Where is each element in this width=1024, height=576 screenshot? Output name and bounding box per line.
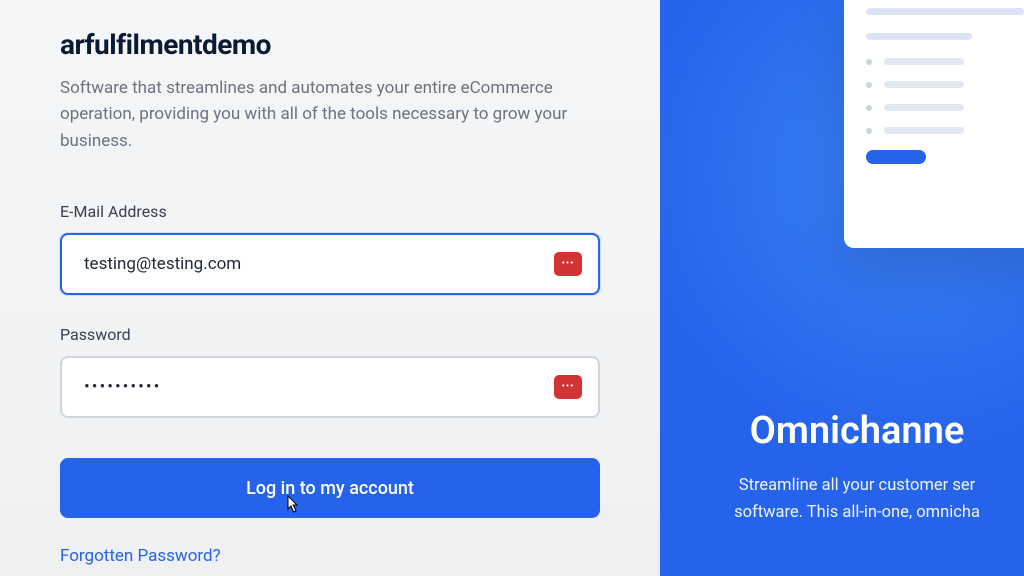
hero-text-line: software. This all-in-one, omnicha xyxy=(690,500,1024,526)
brand-subtitle: Software that streamlines and automates … xyxy=(60,75,580,154)
preview-list-row xyxy=(866,127,1024,134)
login-panel: arfulfilmentdemo Software that streamlin… xyxy=(0,0,660,576)
preview-dot-icon xyxy=(866,128,872,134)
hero-text-line: Streamline all your customer ser xyxy=(690,473,1024,499)
password-input-wrapper xyxy=(60,356,600,418)
preview-skeleton-line xyxy=(884,58,964,65)
preview-skeleton-line xyxy=(884,127,964,134)
password-manager-icon[interactable] xyxy=(554,375,582,399)
preview-list-row xyxy=(866,81,1024,88)
brand-title: arfulfilmentdemo xyxy=(60,28,600,61)
preview-dot-icon xyxy=(866,59,872,65)
login-button[interactable]: Log in to my account xyxy=(60,458,600,518)
preview-skeleton-line xyxy=(884,81,964,88)
password-label: Password xyxy=(60,325,600,344)
email-label: E-Mail Address xyxy=(60,202,600,221)
forgot-password-link[interactable]: Forgotten Password? xyxy=(60,546,221,566)
hero-panel: Omnichanne Streamline all your customer … xyxy=(660,0,1024,576)
password-field[interactable] xyxy=(60,356,600,418)
preview-skeleton-line xyxy=(866,33,972,40)
preview-list-row xyxy=(866,58,1024,65)
email-field[interactable] xyxy=(60,233,600,295)
preview-dot-icon xyxy=(866,105,872,111)
preview-card xyxy=(844,0,1024,248)
email-input-wrapper xyxy=(60,233,600,295)
hero-copy: Omnichanne Streamline all your customer … xyxy=(690,409,1024,526)
hero-title: Omnichanne xyxy=(690,409,1024,453)
preview-dot-icon xyxy=(866,82,872,88)
password-manager-icon[interactable] xyxy=(554,252,582,276)
preview-list-row xyxy=(866,104,1024,111)
preview-skeleton-line xyxy=(866,8,1024,15)
preview-skeleton-line xyxy=(884,104,964,111)
preview-pill xyxy=(866,150,926,164)
